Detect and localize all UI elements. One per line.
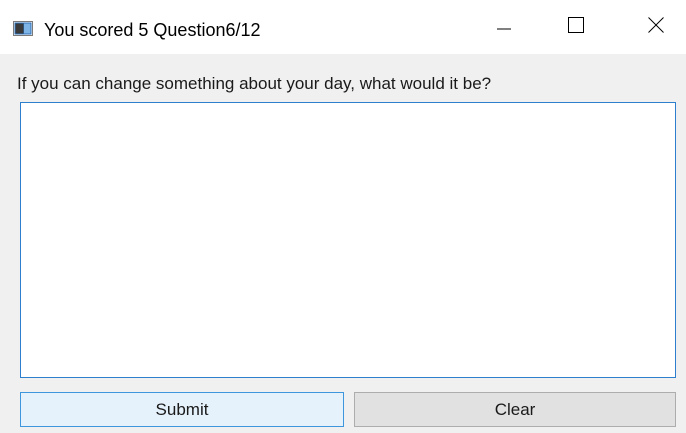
window-title: You scored 5 Question6/12 bbox=[44, 20, 261, 40]
answer-textarea[interactable] bbox=[20, 102, 676, 378]
maximize-icon bbox=[567, 16, 585, 39]
submit-button[interactable]: Submit bbox=[20, 392, 344, 427]
close-button[interactable] bbox=[633, 0, 679, 54]
close-icon bbox=[647, 16, 665, 39]
app-window: You scored 5 Question6/12 If you can cha… bbox=[0, 0, 686, 433]
question-label: If you can change something about your d… bbox=[17, 74, 492, 93]
app-window-icon bbox=[13, 21, 33, 36]
maximize-button[interactable] bbox=[553, 0, 599, 54]
client-area: If you can change something about your d… bbox=[0, 54, 686, 433]
minimize-button[interactable] bbox=[481, 0, 527, 54]
title-bar[interactable]: You scored 5 Question6/12 bbox=[0, 0, 686, 54]
minimize-icon bbox=[495, 16, 513, 39]
clear-button[interactable]: Clear bbox=[354, 392, 676, 427]
